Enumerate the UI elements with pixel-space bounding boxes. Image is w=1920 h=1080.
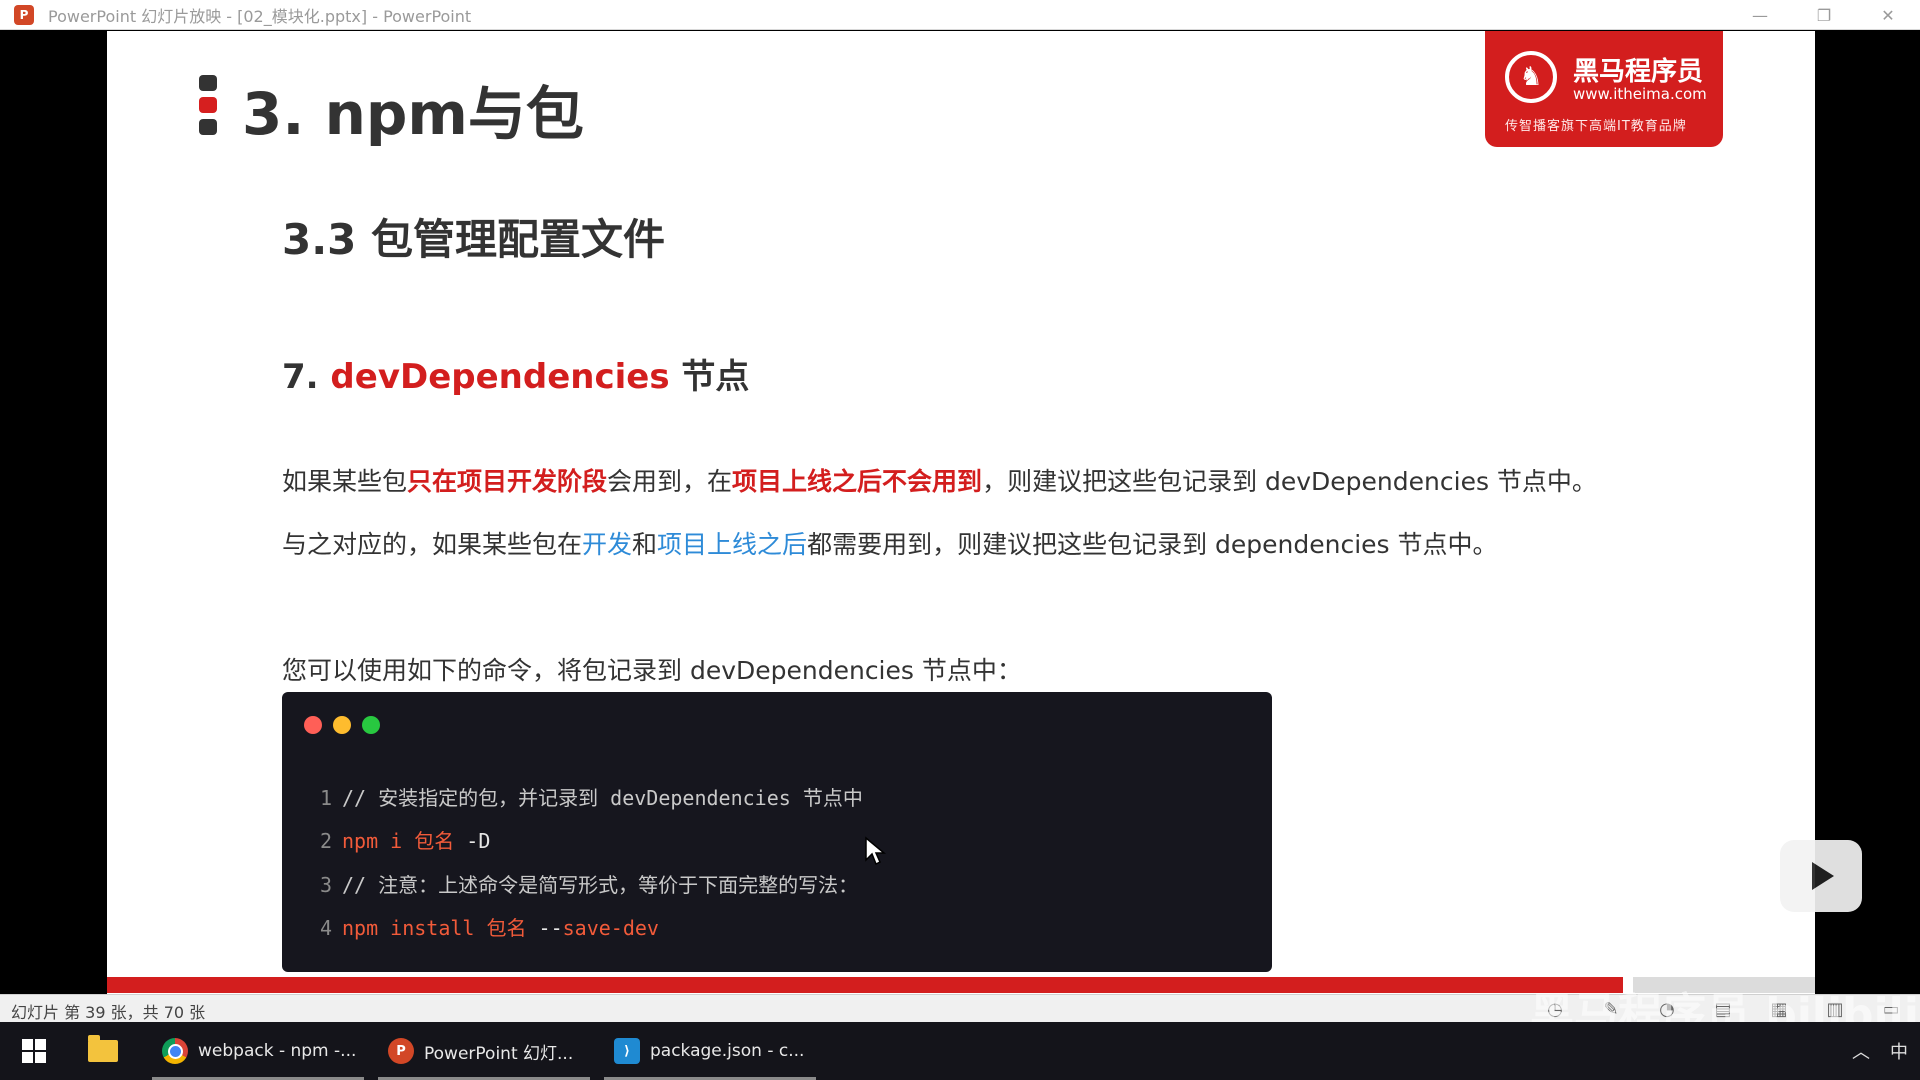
taskbar: webpack - npm -... P PowerPoint 幻灯... ⟩ … (0, 1022, 1920, 1080)
line-number: 2 (320, 829, 333, 853)
line-number: 3 (320, 873, 333, 897)
horse-logo-icon: ♞ (1505, 51, 1557, 103)
taskbar-app-vscode[interactable]: ⟩ package.json - c... (604, 1022, 816, 1080)
powerpoint-app-icon: P (14, 4, 34, 25)
close-button[interactable]: ✕ (1856, 0, 1920, 30)
ime-indicator[interactable]: 中 (1890, 1038, 1908, 1064)
window-dot-red-icon (304, 716, 322, 734)
taskbar-app-chrome[interactable]: webpack - npm -... (152, 1022, 364, 1080)
logo-name: 黑马程序员 (1573, 57, 1704, 87)
p1-highlight-2: 项目上线之后不会用到 (732, 467, 983, 496)
slide-title: 3. npm与包 (242, 80, 584, 148)
code-block: 1 // 安装指定的包，并记录到 devDependencies 节点中 2 npm… (282, 692, 1272, 972)
code-command: npm install 包名 (342, 916, 527, 940)
paragraph-dev-only: 如果某些包只在项目开发阶段会用到，在项目上线之后不会用到，则建议把这些包记录到 … (282, 462, 1597, 498)
code-flag: -D (454, 829, 491, 853)
code-flag: -- (526, 916, 563, 940)
p2-highlight-1: 开发 (582, 530, 633, 559)
play-icon (1812, 862, 1834, 890)
window-titlebar: P PowerPoint 幻灯片放映 - [02_模块化.pptx] - Pow… (0, 0, 1920, 30)
code-line: 2 npm i 包名 -D (320, 825, 490, 854)
slide-counter: 幻灯片 第 39 张，共 70 张 (11, 1003, 206, 1022)
paragraph-dependencies: 与之对应的，如果某些包在开发和项目上线之后都需要用到，则建议把这些包记录到 de… (282, 525, 1498, 561)
window-dot-green-icon (362, 716, 380, 734)
p2-highlight-2: 项目上线之后 (657, 530, 808, 559)
slide-footer-bar (107, 977, 1623, 993)
windows-start-button[interactable] (0, 1022, 68, 1080)
taskbar-app-label: package.json - c... (650, 1041, 805, 1061)
slide[interactable]: 3. npm与包 ♞ 黑马程序员 www.itheima.com 传智播客旗下高… (107, 31, 1815, 994)
window-controls: — ❐ ✕ (1728, 0, 1920, 30)
code-comment: // 安装指定的包，并记录到 devDependencies 节点中 (342, 786, 863, 810)
section-heading: 7. devDependencies 节点 (282, 349, 749, 398)
paragraph-command-intro: 您可以使用如下的命令，将包记录到 devDependencies 节点中： (282, 656, 1022, 685)
heading-prefix: 7. (282, 357, 319, 397)
code-comment: // 注意：上述命令是简写形式，等价于下面完整的写法： (342, 873, 859, 897)
restore-button[interactable]: ❐ (1792, 0, 1856, 30)
heading-keyword: devDependencies (330, 357, 670, 397)
logo-url: www.itheima.com (1573, 85, 1707, 103)
window-title: PowerPoint 幻灯片放映 - [02_模块化.pptx] - Power… (48, 6, 472, 26)
p1-text-3: ，则建议把这些包记录到 devDependencies 节点中。 (982, 467, 1597, 496)
itheima-logo: ♞ 黑马程序员 www.itheima.com 传智播客旗下高端IT教育品牌 (1485, 31, 1723, 147)
video-play-button[interactable] (1780, 840, 1862, 912)
system-tray: ︿ 中 (1832, 1022, 1908, 1080)
powerpoint-icon: P (388, 1038, 414, 1064)
vscode-icon: ⟩ (614, 1038, 640, 1064)
p2-text-2: 和 (632, 530, 658, 559)
line-number: 1 (320, 786, 333, 810)
logo-slogan: 传智播客旗下高端IT教育品牌 (1505, 119, 1687, 134)
code-line: 1 // 安装指定的包，并记录到 devDependencies 节点中 (320, 782, 863, 811)
p2-text-1: 与之对应的，如果某些包在 (282, 530, 583, 559)
p1-text-1: 如果某些包 (282, 467, 408, 496)
code-line: 4 npm install 包名 --save-dev (320, 912, 659, 941)
code-command: npm i 包名 (342, 829, 455, 853)
minimize-button[interactable]: — (1728, 0, 1792, 30)
title-marker-icon (199, 75, 217, 141)
code-command-tail: save-dev (562, 916, 659, 940)
taskbar-app-powerpoint[interactable]: P PowerPoint 幻灯... (378, 1022, 590, 1080)
taskbar-app-label: PowerPoint 幻灯... (424, 1043, 574, 1064)
p1-text-2: 会用到，在 (607, 467, 733, 496)
line-number: 4 (320, 916, 333, 940)
taskbar-app-label: webpack - npm -... (198, 1041, 357, 1061)
p1-highlight-1: 只在项目开发阶段 (407, 467, 608, 496)
window-dot-yellow-icon (333, 716, 351, 734)
windows-logo-icon (22, 1039, 46, 1063)
slide-subtitle: 3.3 包管理配置文件 (282, 215, 666, 264)
code-line: 3 // 注意：上述命令是简写形式，等价于下面完整的写法： (320, 869, 858, 898)
p2-text-3: 都需要用到，则建议把这些包记录到 dependencies 节点中。 (807, 530, 1498, 559)
folder-icon (88, 1035, 118, 1062)
file-explorer-button[interactable] (68, 1022, 138, 1080)
chrome-icon (162, 1038, 188, 1064)
heading-suffix: 节点 (681, 357, 750, 397)
mouse-cursor-icon (865, 836, 886, 866)
chevron-up-icon[interactable]: ︿ (1852, 1038, 1870, 1064)
